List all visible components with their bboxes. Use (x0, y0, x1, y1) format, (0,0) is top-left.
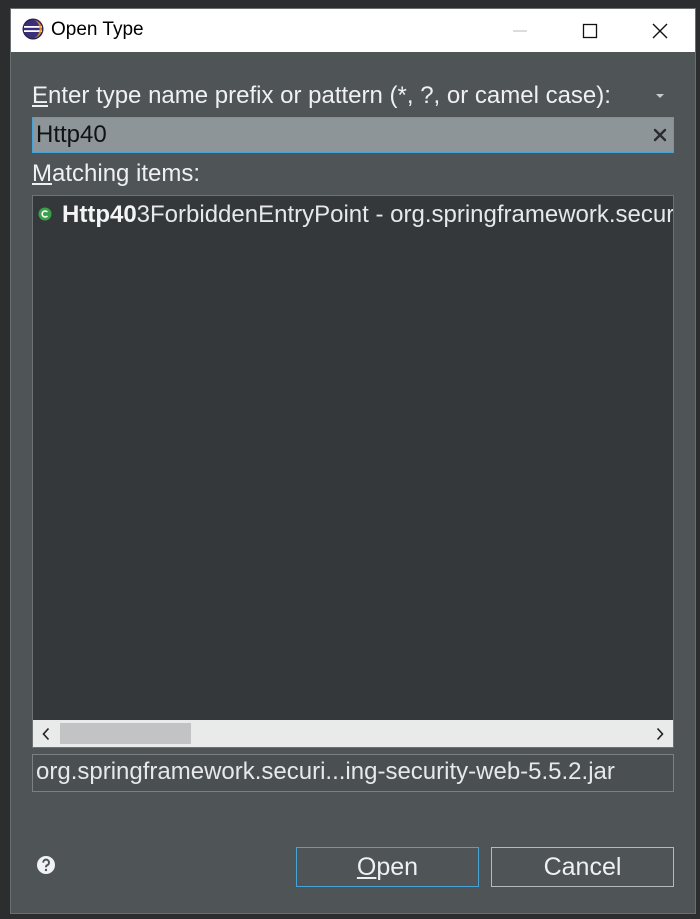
matching-label-text: atching items: (52, 160, 201, 187)
matching-label-mnemonic: M (32, 160, 52, 187)
list-item-remainder: 3ForbiddenEntryPoint - org.springframewo… (136, 201, 674, 228)
clear-icon[interactable] (652, 127, 668, 143)
minimize-button[interactable] (497, 9, 543, 52)
maximize-button[interactable] (567, 9, 613, 52)
list-item-match: Http40 (62, 201, 137, 228)
cancel-button[interactable]: Cancel (491, 847, 674, 887)
close-icon (652, 23, 668, 38)
type-location-detail: org.springframework.securi...ing-securit… (32, 754, 674, 792)
title-bar[interactable]: Open Type (11, 9, 695, 52)
scroll-right-button[interactable] (647, 720, 673, 747)
prefix-label-text: nter type name prefix or pattern (*, ?, … (48, 82, 611, 109)
maximize-icon (582, 23, 598, 38)
list-item[interactable]: Http403ForbiddenEntryPoint - org.springf… (33, 198, 673, 232)
chevron-right-icon (656, 727, 664, 740)
prefix-label-mnemonic: E (32, 82, 49, 109)
eclipse-icon (22, 18, 44, 40)
chevron-down-icon[interactable] (654, 91, 666, 101)
matching-items-list[interactable]: Http403ForbiddenEntryPoint - org.springf… (32, 195, 674, 748)
window-title: Open Type (51, 19, 144, 40)
class-icon (38, 207, 52, 221)
open-button-mnemonic: O (356, 853, 377, 881)
close-button[interactable] (637, 9, 683, 52)
horizontal-scrollbar[interactable] (33, 720, 673, 747)
search-input[interactable] (36, 119, 636, 151)
open-type-dialog: Open Type Enter type name prefix or patt… (10, 8, 696, 914)
scrollbar-thumb[interactable] (60, 723, 191, 744)
matching-items-label: Matching items: (32, 159, 200, 189)
list-item-label: Http403ForbiddenEntryPoint - org.springf… (62, 198, 674, 232)
prefix-label: Enter type name prefix or pattern (*, ?,… (32, 81, 611, 111)
open-button[interactable]: Open (296, 847, 479, 887)
minimize-icon (513, 30, 527, 31)
search-field[interactable] (32, 117, 674, 153)
help-icon[interactable] (36, 855, 56, 875)
scroll-left-button[interactable] (33, 720, 59, 747)
chevron-left-icon (42, 727, 50, 740)
open-button-label: pen (376, 853, 419, 881)
